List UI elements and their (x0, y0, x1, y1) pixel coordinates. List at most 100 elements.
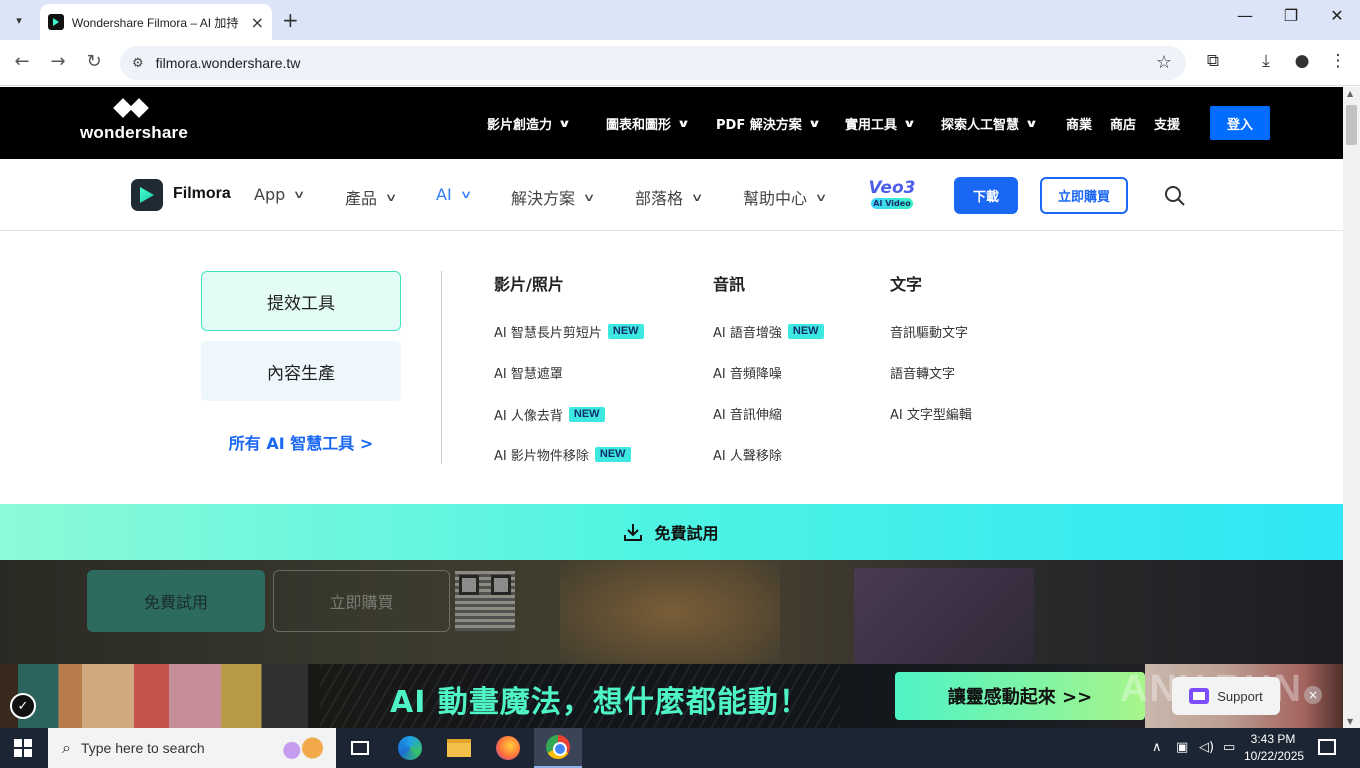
address-bar[interactable]: ⚙ filmora.wondershare.tw ☆ (120, 46, 1186, 80)
fm-nav-blog[interactable]: 部落格 ∨ (635, 185, 704, 209)
wondershare-logo[interactable]: wondershare (80, 98, 188, 143)
chevron-down-icon: ∨ (690, 190, 704, 204)
fm-nav-app[interactable]: App ∨ (254, 185, 306, 204)
site-info-icon[interactable]: ⚙ (132, 56, 144, 71)
menu-item-denoise[interactable]: AI 音頻降噪 (713, 363, 782, 382)
scroll-down-arrow-icon[interactable]: ▼ (1347, 717, 1353, 726)
menu-item-audio-stretch[interactable]: AI 音訊伸縮 (713, 404, 782, 423)
taskbar-firefox[interactable] (484, 728, 532, 768)
url-text: filmora.wondershare.tw (155, 55, 301, 71)
chevron-down-icon: ∨ (459, 188, 473, 201)
all-ai-tools-link[interactable]: 所有 AI 智慧工具 > (201, 430, 401, 454)
chevron-down-icon: ∨ (807, 117, 821, 130)
windows-start-icon[interactable] (14, 739, 32, 757)
ws-nav-support[interactable]: 支援 (1154, 114, 1180, 133)
tray-device-icon[interactable]: ▣ (1176, 740, 1188, 755)
ws-nav-pdf[interactable]: PDF 解決方案 ∨ (716, 114, 821, 133)
support-label: Support (1217, 688, 1263, 704)
checkmark-badge-icon[interactable]: ✓ (10, 693, 36, 719)
windows-taskbar: ⌕ Type here to search ∧ ▣ ◁) ▭ 3:43 PM 1… (0, 728, 1360, 768)
scroll-up-arrow-icon[interactable]: ▲ (1347, 89, 1353, 98)
task-view-icon (351, 741, 369, 755)
support-chat-button[interactable]: Support (1172, 677, 1280, 715)
task-view-button[interactable] (336, 728, 384, 768)
close-window-button[interactable]: ✕ (1314, 6, 1360, 25)
tab-title: Wondershare Filmora – AI 加持 (71, 15, 239, 30)
menu-item-text-based-editing[interactable]: AI 文字型編輯 (890, 404, 972, 423)
menu-item-vocal-remover[interactable]: AI 人聲移除 (713, 445, 782, 464)
tab-search-button[interactable]: ▾ (6, 8, 32, 32)
extensions-icon[interactable]: ⧉ (1200, 51, 1226, 71)
browser-tab-strip: ▾ Wondershare Filmora – AI 加持 × + — ❐ ✕ (0, 0, 1360, 40)
wondershare-logo-mark-icon (112, 98, 152, 123)
ws-nav-store[interactable]: 商店 (1110, 114, 1136, 133)
clock-date: 10/22/2025 (1244, 749, 1305, 763)
minimize-button[interactable]: — (1222, 6, 1268, 25)
promo-cartoon-art (18, 664, 308, 728)
taskbar-search-placeholder: Type here to search (80, 740, 205, 756)
forward-arrow-icon[interactable]: → (46, 51, 70, 72)
maximize-button[interactable]: ❐ (1268, 6, 1314, 25)
menu-item-audio-to-text[interactable]: 音訊驅動文字 (890, 322, 968, 341)
filmora-brand[interactable]: Filmora (173, 185, 231, 203)
search-icon[interactable] (1164, 185, 1186, 207)
category-content-production[interactable]: 內容生產 (201, 341, 401, 401)
taskbar-chrome[interactable] (534, 728, 582, 768)
page-scrollbar[interactable]: ▲ ▼ (1343, 87, 1360, 728)
menu-item-speech-to-text[interactable]: 語音轉文字 (890, 363, 955, 382)
back-arrow-icon[interactable]: ← (10, 51, 34, 72)
notification-center-icon[interactable] (1318, 739, 1336, 755)
browser-menu-icon[interactable]: ⋮ (1325, 51, 1351, 71)
login-button[interactable]: 登入 (1210, 106, 1270, 140)
fm-nav-solutions[interactable]: 解決方案 ∨ (511, 185, 595, 209)
volume-icon[interactable]: ◁) (1199, 740, 1214, 755)
fm-nav-products[interactable]: 產品 ∨ (345, 185, 397, 209)
search-highlight-icon (278, 736, 324, 760)
filmora-logo-icon[interactable] (131, 179, 163, 211)
taskbar-clock[interactable]: 3:43 PM 10/22/2025 (1244, 731, 1305, 765)
buy-now-button[interactable]: 立即購買 (1040, 177, 1128, 214)
edge-icon (398, 736, 422, 760)
new-badge: NEW (787, 324, 824, 339)
chevron-down-icon: ∨ (676, 117, 691, 130)
menu-item-object-removal[interactable]: AI 影片物件移除 NEW (494, 445, 631, 464)
chevron-down-icon: ∨ (1024, 117, 1039, 130)
support-close-icon[interactable]: × (1304, 686, 1322, 704)
taskbar-search-box[interactable]: ⌕ Type here to search (48, 728, 336, 768)
veo3-badge[interactable]: Veo3 AI Video (864, 179, 920, 209)
tab-close-icon[interactable]: × (251, 13, 264, 32)
promo-cta-button[interactable]: 讓靈感動起來 >> (895, 672, 1145, 720)
browser-tab[interactable]: Wondershare Filmora – AI 加持 × (40, 4, 272, 40)
ws-nav-video[interactable]: 影片創造力 ∨ (487, 114, 572, 133)
hero-monitor-image (854, 568, 1034, 664)
hero-buy-now-button[interactable]: 立即購買 (273, 570, 450, 632)
menu-item-long-to-short[interactable]: AI 智慧長片剪短片 NEW (494, 322, 644, 341)
network-icon[interactable]: ▭ (1223, 740, 1235, 755)
ws-nav-utility[interactable]: 實用工具 ∨ (845, 114, 916, 133)
chrome-icon (546, 735, 570, 759)
tray-chevron-up-icon[interactable]: ∧ (1152, 740, 1162, 755)
bookmark-star-icon[interactable]: ☆ (1156, 52, 1172, 73)
fm-nav-ai[interactable]: AI ∨ (436, 185, 473, 204)
hero-free-trial-button[interactable]: 免費試用 (87, 570, 265, 632)
chevron-down-icon: ∨ (557, 117, 572, 130)
downloads-icon[interactable]: ⤓ (1253, 51, 1279, 71)
download-button[interactable]: 下載 (954, 177, 1018, 214)
browser-toolbar: ← → ↻ ⚙ filmora.wondershare.tw ☆ ⧉ ⤓ ● ⋮ (0, 40, 1360, 86)
menu-item-portrait-cutout[interactable]: AI 人像去背 NEW (494, 405, 605, 424)
menu-item-voice-enhance[interactable]: AI 語音增強 NEW (713, 322, 824, 341)
category-efficiency-tools[interactable]: 提效工具 (201, 271, 401, 331)
fm-nav-help[interactable]: 幫助中心 ∨ (743, 185, 828, 209)
menu-item-smart-mask[interactable]: AI 智慧遮罩 (494, 363, 563, 382)
new-tab-button[interactable]: + (282, 8, 299, 32)
scroll-thumb[interactable] (1346, 105, 1357, 145)
taskbar-file-explorer[interactable] (435, 728, 483, 768)
free-trial-bar[interactable]: 免費試用 (0, 504, 1343, 560)
reload-icon[interactable]: ↻ (82, 51, 106, 72)
ws-nav-ai[interactable]: 探索人工智慧 ∨ (941, 114, 1039, 133)
taskbar-edge[interactable] (386, 728, 434, 768)
ws-nav-diagram[interactable]: 圖表和圖形 ∨ (606, 114, 691, 133)
chevron-down-icon: ∨ (814, 190, 828, 204)
profile-avatar-icon[interactable]: ● (1289, 51, 1315, 71)
ws-nav-business[interactable]: 商業 (1066, 114, 1092, 133)
